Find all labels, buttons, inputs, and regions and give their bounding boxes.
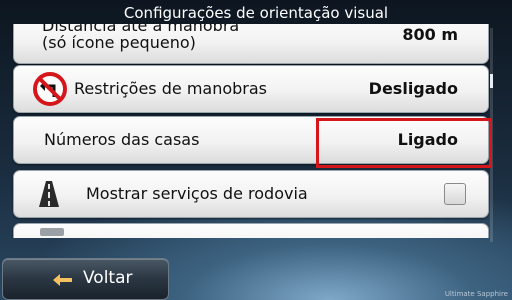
- setting-row-maneuver-distance[interactable]: Distância até a manobra (só ícone pequen…: [13, 24, 489, 64]
- highlight-box: [316, 118, 492, 168]
- setting-label: Restrições de manobras: [74, 79, 268, 98]
- setting-label: Mostrar serviços de rodovia: [86, 184, 308, 203]
- highway-services-checkbox[interactable]: [444, 183, 466, 205]
- setting-row-maneuver-restrictions[interactable]: Restrições de manobras Desligado: [13, 65, 489, 113]
- watermark: Ultimate Sapphire: [444, 290, 508, 298]
- scrollbar-thumb[interactable]: [490, 74, 493, 88]
- setting-value: Desligado: [368, 79, 458, 98]
- highway-icon: [34, 179, 64, 209]
- page-title: Configurações de orientação visual: [123, 4, 389, 22]
- back-button-label: Voltar: [83, 268, 133, 288]
- setting-label-line2: (só ícone pequeno): [42, 33, 196, 52]
- back-arrow-icon: [53, 272, 73, 291]
- no-left-turn-icon: [32, 71, 68, 107]
- back-button[interactable]: Voltar: [2, 258, 169, 300]
- setting-row-highway-services[interactable]: Mostrar serviços de rodovia: [13, 170, 489, 218]
- row-icon: [40, 228, 64, 236]
- setting-label: Números das casas: [44, 130, 200, 149]
- setting-row-partial[interactable]: [13, 223, 489, 238]
- setting-value: 800 m: [402, 25, 458, 44]
